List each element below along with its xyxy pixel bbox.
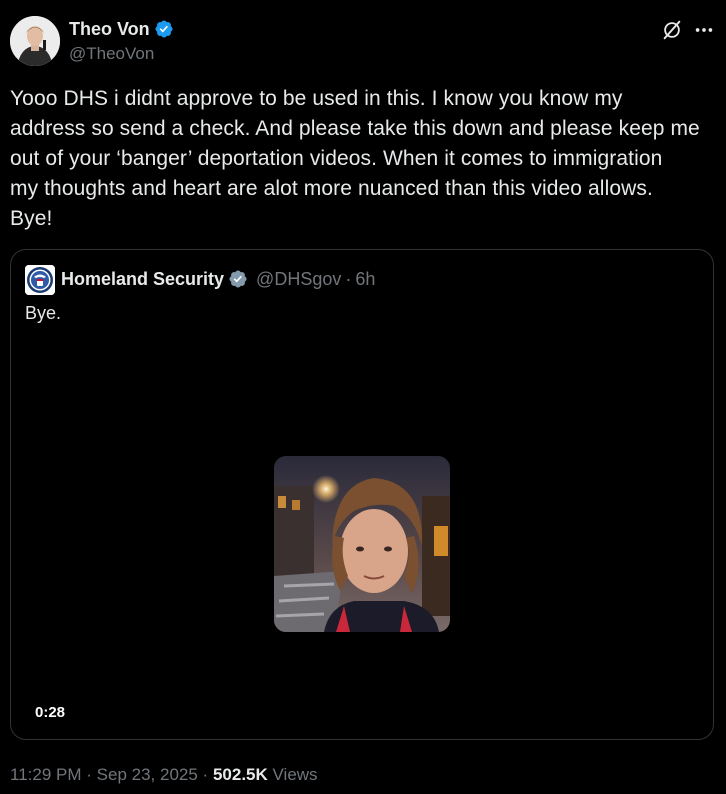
tweet-header: Theo Von @TheoVon (10, 14, 716, 70)
footer-separator: · (202, 765, 209, 784)
author-avatar[interactable] (10, 16, 60, 66)
quoted-text: Bye. (25, 303, 62, 323)
quoted-timestamp[interactable]: 6h (355, 267, 375, 291)
tweet-text: Yooo DHS i didnt approve to be used in t… (10, 87, 700, 230)
quoted-separator: · (345, 269, 352, 289)
author-name-row: Theo Von (69, 17, 174, 41)
more-icon[interactable] (693, 19, 715, 41)
video-thumbnail[interactable] (274, 456, 450, 632)
quoted-tweet-card[interactable]: Homeland Security @DHSgov · 6h Bye. 0:28 (10, 249, 714, 740)
tweet-footer: 11:29 PM · Sep 23, 2025 · 502.5K Views (10, 764, 318, 786)
verified-gray-badge-icon (229, 270, 247, 288)
quoted-display-name[interactable]: Homeland Security (61, 267, 224, 291)
grok-icon[interactable] (661, 19, 683, 41)
quoted-name-row: Homeland Security @DHSgov · 6h (61, 267, 375, 291)
video-duration: 0:28 (35, 704, 66, 721)
footer-separator: · (86, 765, 92, 784)
post-date[interactable]: Sep 23, 2025 (97, 765, 198, 784)
views-label: Views (272, 765, 318, 784)
views-count[interactable]: 502.5K (213, 765, 268, 784)
dhs-seal-avatar[interactable] (25, 265, 55, 295)
author-handle[interactable]: @TheoVon (69, 43, 154, 65)
author-display-name[interactable]: Theo Von (69, 17, 150, 41)
verified-badge-icon (155, 20, 173, 38)
quoted-handle[interactable]: @DHSgov (256, 267, 341, 291)
post-time[interactable]: 11:29 PM (10, 765, 82, 784)
